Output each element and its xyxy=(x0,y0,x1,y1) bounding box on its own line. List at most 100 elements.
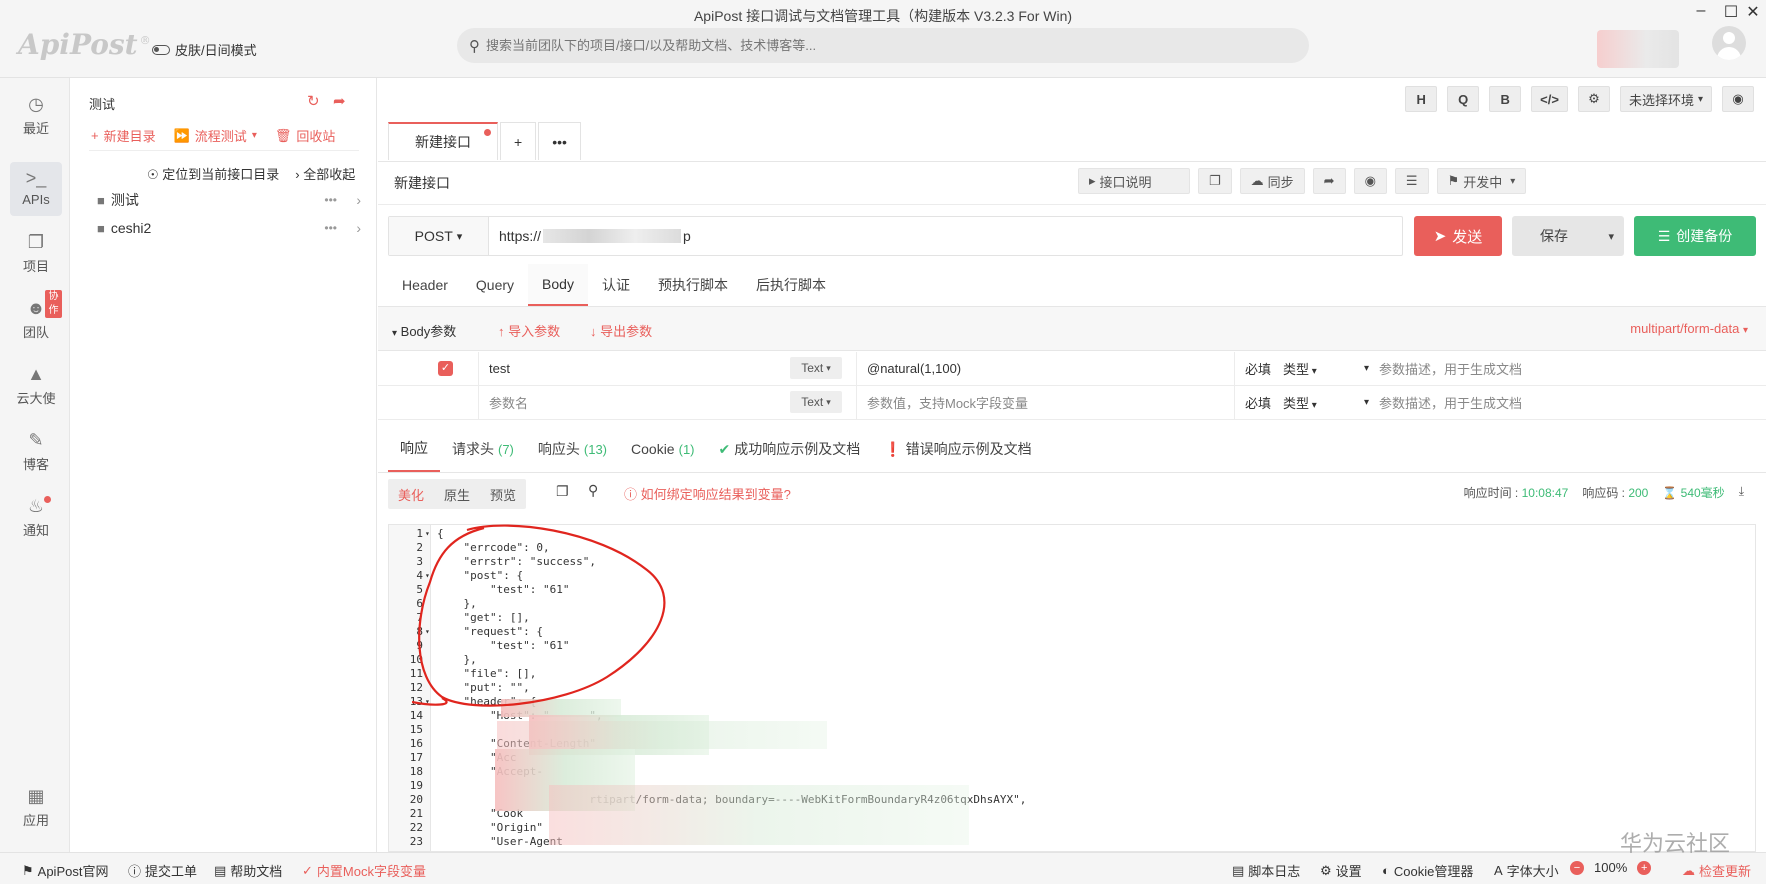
toolbar-q-button[interactable]: Q xyxy=(1447,86,1480,112)
param-type-select[interactable]: Text xyxy=(790,391,842,413)
toolbar-h-button[interactable]: H xyxy=(1405,86,1438,112)
line-number: 18 xyxy=(409,765,423,778)
sync-button[interactable]: ☁ 同步 xyxy=(1239,168,1305,194)
more-icon[interactable]: ••• xyxy=(324,193,337,207)
param-desc-input[interactable]: 参数描述，用于生成文档 xyxy=(1354,386,1522,419)
tab-response[interactable]: 响应 xyxy=(388,426,440,472)
view-pretty[interactable]: 美化 xyxy=(388,479,434,509)
mock-link[interactable]: ✓ 内置Mock字段变量 xyxy=(302,861,426,880)
response-duration: ⌛ 540毫秒 xyxy=(1662,484,1724,501)
copy-icon[interactable]: ❐ xyxy=(556,483,569,500)
global-search[interactable]: ⚲ xyxy=(457,28,1309,63)
tab-post-script[interactable]: 后执行脚本 xyxy=(742,264,840,306)
view-preview[interactable]: 预览 xyxy=(480,479,526,509)
refresh-icon[interactable]: ↻ xyxy=(307,92,320,110)
ticket-link[interactable]: ⓘ 提交工单 xyxy=(128,861,197,880)
search-icon[interactable]: ⚲ xyxy=(588,482,598,499)
tab-header[interactable]: Header xyxy=(388,264,462,306)
rail-item-notify[interactable]: ♨ 通知 xyxy=(10,490,62,544)
code-icon[interactable]: </> xyxy=(1531,86,1568,112)
tab-auth[interactable]: 认证 xyxy=(588,264,644,306)
tab-error-example[interactable]: ❗ 错误响应示例及文档 xyxy=(872,426,1043,472)
save-button[interactable]: 保存 xyxy=(1512,216,1624,256)
script-log-button[interactable]: ▤ 脚本日志 xyxy=(1232,861,1300,880)
tab-body[interactable]: Body xyxy=(528,264,588,306)
add-tab-button[interactable]: + xyxy=(500,122,537,160)
zoom-out-icon[interactable]: − xyxy=(1570,860,1584,875)
status-select[interactable]: ⚑ 开发中 xyxy=(1436,168,1527,194)
more-tabs-icon[interactable]: ••• xyxy=(538,122,581,160)
bind-help-link[interactable]: ⓘ 如何绑定响应结果到变量? xyxy=(624,484,791,503)
sliders-icon[interactable]: ⚙ xyxy=(1577,86,1610,112)
check-update-button[interactable]: ☁ 检查更新 xyxy=(1682,861,1751,880)
rail-item-apps[interactable]: ▦ 应用 xyxy=(10,780,62,834)
tab-cookie[interactable]: Cookie (1) xyxy=(619,426,706,472)
param-checkbox[interactable]: ✓ xyxy=(438,361,453,376)
tab-success-example[interactable]: ✔ 成功响应示例及文档 xyxy=(707,426,873,472)
rail-item-recent[interactable]: ◷ 最近 xyxy=(10,88,62,142)
tab-response-headers[interactable]: 响应头 (13) xyxy=(526,426,619,472)
ptype-select[interactable]: 类型 xyxy=(1283,359,1317,378)
import-params-button[interactable]: ↑ 导入参数 xyxy=(498,321,560,340)
rail-item-apis[interactable]: >_ APIs xyxy=(10,162,62,216)
tab-query[interactable]: Query xyxy=(462,264,528,306)
official-link[interactable]: ⚑ ApiPost官网 xyxy=(22,861,108,880)
chevron-right-icon[interactable]: › xyxy=(356,192,361,208)
share-icon[interactable]: ➦ xyxy=(1312,168,1346,194)
copy-icon[interactable]: ❐ xyxy=(1198,168,1232,194)
url-input[interactable]: https:// p xyxy=(489,228,691,244)
param-value-input[interactable]: @natural(1,100) xyxy=(856,352,1234,385)
rail-item-project[interactable]: ❐ 项目 xyxy=(10,226,62,280)
minimize-icon[interactable]: – xyxy=(1686,2,1716,20)
rail-item-ambassador[interactable]: ▲ 云大使 xyxy=(10,358,62,412)
skin-toggle[interactable]: 皮肤/日间模式 xyxy=(152,40,257,59)
rail-item-team[interactable]: ☻ 团队 协作 xyxy=(10,290,62,346)
share-icon[interactable]: ➦ xyxy=(333,92,346,110)
toolbar-b-button[interactable]: B xyxy=(1489,86,1522,112)
api-name[interactable]: 新建接口 xyxy=(394,173,450,193)
env-select[interactable]: 未选择环境 xyxy=(1619,86,1712,112)
more-icon[interactable]: ••• xyxy=(324,221,337,235)
method-select[interactable]: POST xyxy=(389,217,489,255)
api-desc-button[interactable]: ▸ 接口说明 xyxy=(1078,168,1190,194)
param-type-select[interactable]: Text xyxy=(790,357,842,379)
send-button[interactable]: ➤ 发送 xyxy=(1414,216,1502,256)
lock-icon[interactable]: ◉ xyxy=(1353,168,1387,194)
close-icon[interactable]: ✕ xyxy=(1738,2,1766,22)
tab-new-api[interactable]: 新建接口 xyxy=(388,122,498,160)
search-input[interactable] xyxy=(486,38,1266,53)
eye-icon[interactable]: ◉ xyxy=(1722,86,1754,112)
content-type-select[interactable]: multipart/form-data ▾ xyxy=(1630,321,1748,336)
database-icon[interactable]: ☰ xyxy=(1394,168,1429,194)
required-select[interactable]: 必填 xyxy=(1245,393,1271,412)
new-dir-label: 新建目录 xyxy=(103,129,156,144)
collapse-all-button[interactable]: › 全部收起 xyxy=(295,164,355,183)
view-raw[interactable]: 原生 xyxy=(434,479,480,509)
api-tools: ▸ 接口说明 ❐ ☁ 同步 ➦ ◉ ☰ ⚑ 开发中 xyxy=(1078,168,1527,194)
settings-label: 设置 xyxy=(1335,864,1362,879)
avatar[interactable] xyxy=(1712,26,1746,60)
code-line: "Origin" xyxy=(437,821,543,834)
param-value-input[interactable]: 参数值，支持Mock字段变量 xyxy=(856,386,1234,419)
recycle-button[interactable]: 🗑 回收站 xyxy=(275,126,336,145)
tab-request-headers[interactable]: 请求头 (7) xyxy=(440,426,526,472)
flow-test-button[interactable]: ⏩ 流程测试 ▾ xyxy=(174,126,257,145)
download-icon[interactable]: ⤓ xyxy=(1739,484,1744,501)
backup-button[interactable]: ☰ 创建备份 xyxy=(1634,216,1756,256)
locate-button[interactable]: ☉ 定位到当前接口目录 xyxy=(147,164,279,183)
chevron-right-icon[interactable]: › xyxy=(356,220,361,236)
tree-folder[interactable]: ■ 测试 ••• › xyxy=(97,188,367,212)
ptype-select[interactable]: 类型 xyxy=(1283,393,1317,412)
tab-pre-script[interactable]: 预执行脚本 xyxy=(644,264,742,306)
new-dir-button[interactable]: + 新建目录 xyxy=(91,126,156,145)
required-select[interactable]: 必填 xyxy=(1245,359,1271,378)
rail-item-blog[interactable]: ✎ 博客 xyxy=(10,424,62,478)
help-link[interactable]: ▤ 帮助文档 xyxy=(214,861,282,880)
tree-folder[interactable]: ■ ceshi2 ••• › xyxy=(97,216,367,240)
zoom-in-icon[interactable]: + xyxy=(1637,860,1652,875)
body-param-toggle[interactable]: ▾ Body参数 xyxy=(392,321,456,340)
settings-button[interactable]: ⚙ 设置 xyxy=(1320,861,1362,880)
param-desc-input[interactable]: 参数描述，用于生成文档 xyxy=(1354,352,1522,385)
export-params-button[interactable]: ↓ 导出参数 xyxy=(590,321,652,340)
cookie-manager-button[interactable]: ◐ Cookie管理器 xyxy=(1382,861,1473,880)
